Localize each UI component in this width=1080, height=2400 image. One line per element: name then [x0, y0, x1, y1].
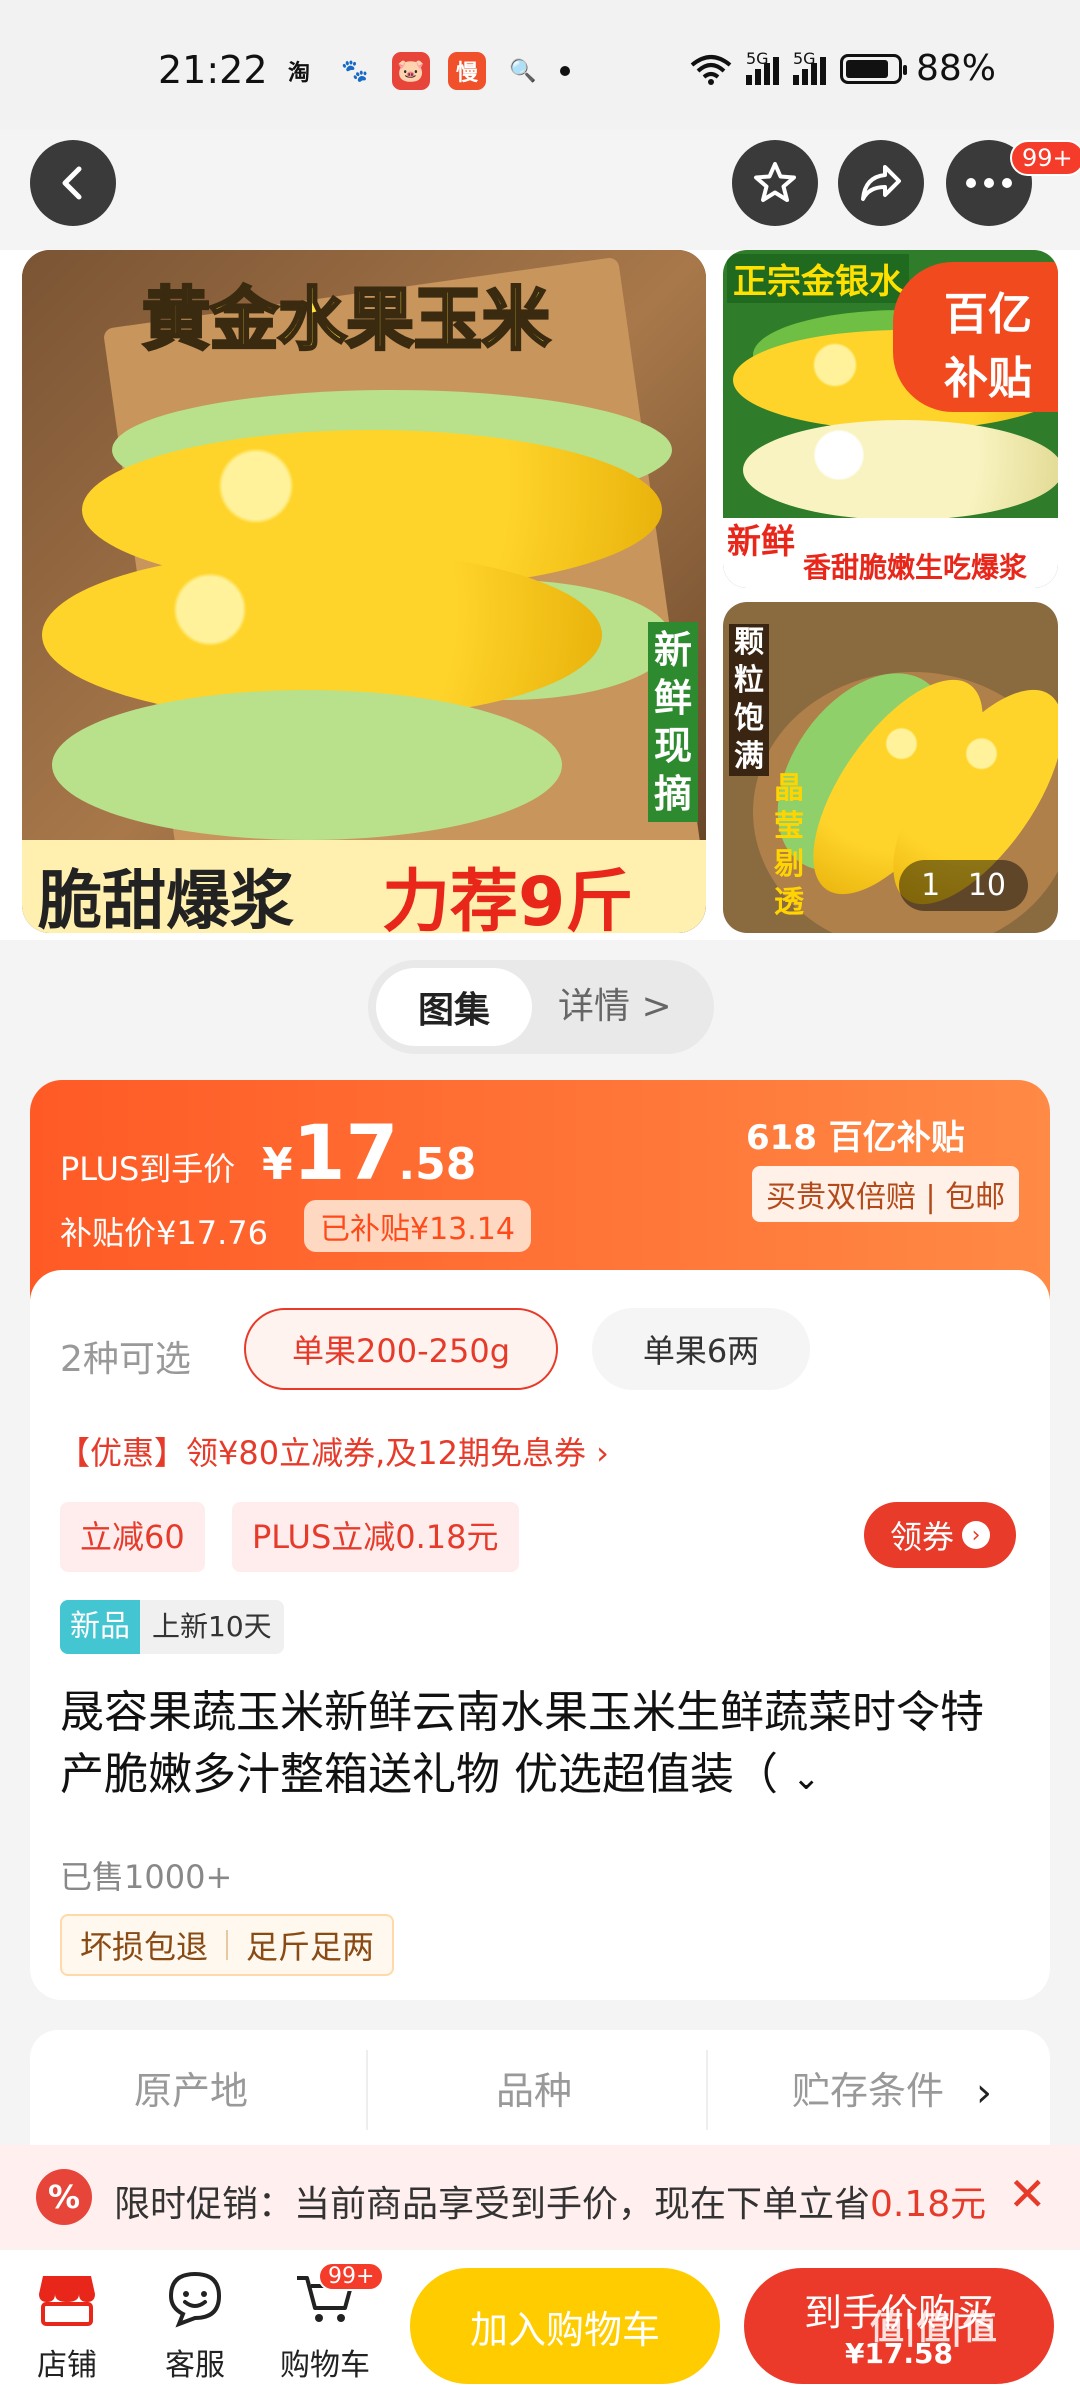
price-header: PLUS到手价 ¥17.58 补贴价¥17.76 已补贴¥13.14 618 百… — [30, 1080, 1050, 1300]
product-title-text: 晟容果蔬玉米新鲜云南水果玉米生鲜蔬菜时令特产脆嫩多汁整箱送礼物 优选超值装（ — [60, 1687, 984, 1800]
thumbnail-fresh-label: 新鲜 — [727, 522, 795, 562]
promo-bar-message: 限时促销：当前商品享受到手价，现在下单立省 — [114, 2184, 871, 2225]
price-currency: ¥ — [262, 1139, 293, 1190]
divider — [706, 2050, 708, 2130]
cart-label: 购物车 — [280, 2348, 370, 2383]
search-app-icon: 🔍 — [509, 58, 537, 84]
main-image-side-text: 新鲜现摘 — [648, 622, 698, 822]
main-image-title: 黄金水果玉米 — [140, 280, 551, 362]
thumbnail-image-1[interactable]: 正宗金银水 新鲜 香甜脆嫩生吃爆浆 百亿 补贴 — [723, 250, 1058, 588]
signal-icon: 5G — [745, 49, 779, 85]
main-image-tagline: 脆甜爆浆 — [38, 865, 294, 933]
plus-discount-tag: PLUS立减0.18元 — [232, 1502, 519, 1572]
divider — [366, 2050, 368, 2130]
subsidy-price: 补贴价¥17.76 — [60, 1214, 268, 1252]
limited-promo-bar[interactable]: % 限时促销：当前商品享受到手价，现在下单立省0.18元 ✕ — [0, 2145, 1080, 2249]
wifi-icon — [690, 54, 732, 85]
share-icon — [861, 165, 901, 201]
thumbnail-left-text-2: 晶莹剔透 — [774, 771, 804, 920]
more-notifications-dot — [560, 66, 570, 76]
share-button[interactable] — [838, 140, 924, 226]
618-subsidy-badge[interactable]: 618 百亿补贴 — [746, 1110, 965, 1159]
star-icon — [754, 162, 796, 202]
subsidy-badge-line2: 补贴 — [944, 353, 1032, 404]
subsidy-amount-tag: 已补贴¥13.14 — [304, 1200, 531, 1252]
taobao-app-icon: 淘 — [287, 61, 310, 86]
status-app-icons: 淘 🐾 🐷 慢 🔍 — [280, 52, 570, 90]
smile-chat-icon — [168, 2271, 222, 2328]
price-integer: 17 — [292, 1108, 399, 1197]
shop-icon — [39, 2276, 95, 2326]
promo-bar-amount: 0.18元 — [870, 2184, 987, 2225]
sold-count: 已售1000+ — [60, 1858, 233, 1896]
customer-service-button[interactable]: 客服 — [140, 2262, 250, 2384]
cart-count-badge: 99+ — [318, 2262, 385, 2291]
price-decimal: .58 — [398, 1139, 477, 1190]
status-time: 21:22 — [158, 48, 268, 92]
more-dots-icon — [966, 178, 1012, 188]
param-storage[interactable]: 贮存条件 — [792, 2060, 944, 2115]
price-card: PLUS到手价 ¥17.58 补贴价¥17.76 已补贴¥13.14 618 百… — [30, 1080, 1050, 2000]
watermark: 值|值|值 — [870, 2308, 997, 2348]
thumbnail-left-text: 颗粒饱满 — [729, 624, 769, 776]
chevron-right-icon: › — [962, 1521, 990, 1549]
sku-count: 2种可选 — [60, 1339, 191, 1380]
expand-chevron-icon[interactable]: ⌄ — [792, 1758, 821, 1798]
main-product-image[interactable]: 黄金水果玉米 脆甜爆浆 力荐9斤 新鲜现摘 — [22, 250, 706, 933]
subsidy-badge-line1: 百亿 — [944, 289, 1032, 340]
pager-current: 1 — [921, 868, 941, 903]
service-label: 客服 — [165, 2348, 225, 2383]
product-title[interactable]: 晟容果蔬玉米新鲜云南水果玉米生鲜蔬菜时令特产脆嫩多汁整箱送礼物 优选超值装（ ⌄ — [60, 1682, 1020, 1809]
param-origin[interactable]: 原产地 — [134, 2060, 248, 2115]
pager-total: 10 — [967, 868, 1006, 903]
new-days-label: 上新10天 — [140, 1600, 284, 1654]
percent-icon: % — [36, 2169, 92, 2225]
subsidy-corner-badge: 百亿 补贴 — [893, 262, 1058, 412]
tab-detail[interactable]: 详情 > — [558, 960, 672, 1054]
product-gallery[interactable]: 黄金水果玉米 脆甜爆浆 力荐9斤 新鲜现摘 正宗金银水 新鲜 香甜脆嫩生吃爆浆 … — [0, 250, 1080, 940]
discount-tag: 立减60 — [60, 1502, 205, 1572]
back-button[interactable] — [30, 140, 116, 226]
message-count-badge: 99+ — [1010, 140, 1080, 176]
param-variety[interactable]: 品种 — [496, 2060, 572, 2115]
status-indicators: 5G 5G 88% — [690, 48, 996, 89]
add-to-cart-button[interactable]: 加入购物车 — [410, 2268, 720, 2384]
sku-option[interactable]: 单果6两 — [592, 1308, 810, 1390]
slow-app-icon: 慢 — [448, 52, 486, 90]
signal-icon-2: 5G — [792, 49, 826, 85]
service-tags[interactable]: 坏损包退 足斤足两 — [60, 1914, 395, 1976]
new-product-badge: 新品 上新10天 — [60, 1600, 284, 1654]
chevron-right-icon[interactable]: › — [976, 2070, 992, 2116]
product-info: 2种可选 单果200-250g 单果6两 【优惠】领¥80立减券,及12期免息券… — [30, 1270, 1050, 2000]
guarantee-tag[interactable]: 买贵双倍赔 | 包邮 — [752, 1166, 1020, 1222]
shop-button[interactable]: 店铺 — [12, 2262, 122, 2384]
status-bar: 21:22 淘 🐾 🐷 慢 🔍 5G 5G 88% — [0, 0, 1080, 130]
close-icon[interactable]: ✕ — [1008, 2167, 1047, 2221]
new-label: 新品 — [60, 1600, 140, 1654]
battery-icon — [839, 53, 907, 84]
promo-bar-text: 限时促销：当前商品享受到手价，现在下单立省0.18元 — [114, 2175, 986, 2227]
sku-option-selected[interactable]: 单果200-250g — [244, 1308, 558, 1390]
get-coupon-button[interactable]: 领券 › — [864, 1502, 1016, 1568]
final-price: ¥17.58 — [262, 1108, 476, 1197]
battery-percent: 88% — [915, 48, 996, 89]
plus-price-label: PLUS到手价 — [60, 1150, 236, 1188]
favorite-button[interactable] — [732, 140, 818, 226]
promotion-line[interactable]: 【优惠】领¥80立减券,及12期免息券 › — [58, 1428, 609, 1474]
shop-label: 店铺 — [37, 2348, 97, 2383]
gallery-pager: 1 10 — [899, 860, 1028, 911]
baidu-app-icon: 🐾 — [341, 58, 369, 84]
service-tag-return: 坏损包退 — [80, 1928, 209, 1966]
service-tag-weight: 足斤足两 — [246, 1928, 375, 1966]
back-arrow-icon — [62, 166, 82, 200]
coupon-label: 领券 — [889, 1518, 954, 1556]
tab-gallery[interactable]: 图集 — [376, 968, 532, 1046]
thumbnail-bottom-text: 香甜脆嫩生吃爆浆 — [803, 551, 1028, 584]
pig-app-icon: 🐷 — [392, 52, 430, 90]
thumbnail-top-text: 正宗金银水 — [727, 254, 909, 303]
thumbnail-image-2[interactable]: 颗粒饱满 晶莹剔透 1 10 — [723, 602, 1058, 933]
main-image-weight: 力荐9斤 — [382, 863, 634, 933]
gallery-detail-switch: 图集 详情 > — [368, 960, 714, 1054]
